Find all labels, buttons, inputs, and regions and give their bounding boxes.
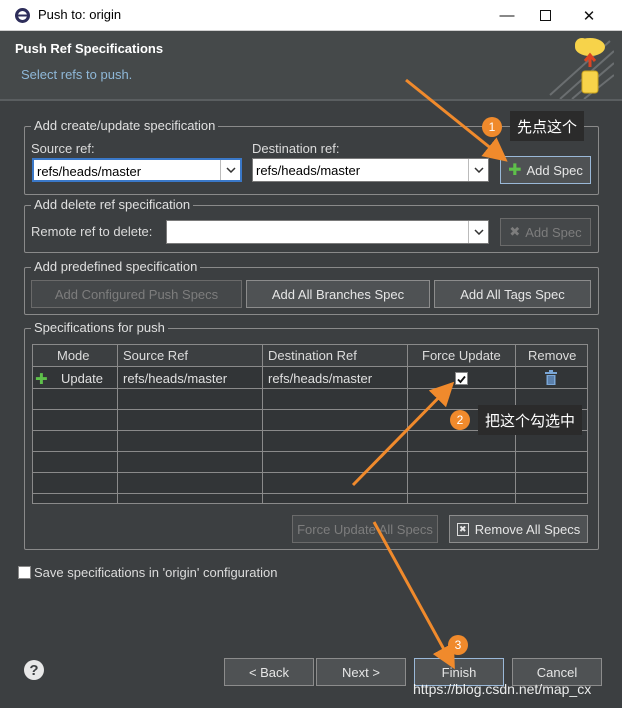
page-subtitle: Select refs to push. <box>21 67 133 82</box>
source-ref-label: Source ref: <box>31 141 95 156</box>
remove-all-specs-label: Remove All Specs <box>474 521 581 537</box>
next-button[interactable]: Next > <box>316 658 406 686</box>
delete-x-icon: ✖ <box>509 224 521 239</box>
help-icon[interactable]: ? <box>24 660 44 680</box>
add-configured-push-specs-button[interactable]: Add Configured Push Specs <box>31 280 242 308</box>
col-remove[interactable]: Remove <box>528 348 576 363</box>
plus-icon: ✚ <box>35 371 48 388</box>
title-bar: Push to: origin — ✕ <box>0 0 622 31</box>
chevron-down-icon[interactable] <box>468 159 488 181</box>
create-update-legend: Add create/update specification <box>31 118 219 134</box>
back-button[interactable]: < Back <box>224 658 314 686</box>
chevron-down-icon[interactable] <box>220 160 240 180</box>
add-all-tags-spec-button[interactable]: Add All Tags Spec <box>434 280 591 308</box>
row-source-ref: refs/heads/master <box>123 371 228 386</box>
watermark: https://blog.csdn.net/map_cx <box>413 681 592 697</box>
plus-icon: ✚ <box>508 162 522 179</box>
row-mode: Update <box>61 371 103 386</box>
add-delete-spec-label: Add Spec <box>525 224 582 240</box>
save-specs-checkbox[interactable] <box>18 566 31 579</box>
step-badge-1: 1 <box>482 117 502 137</box>
col-destination-ref[interactable]: Destination Ref <box>268 348 357 363</box>
eclipse-icon <box>15 8 30 23</box>
window-title: Push to: origin <box>38 7 122 22</box>
add-delete-spec-button[interactable]: ✖ Add Spec <box>500 218 591 246</box>
destination-ref-label: Destination ref: <box>252 141 340 156</box>
callout-step-2: 把这个勾选中 <box>478 405 583 435</box>
row-destination-ref: refs/heads/master <box>268 371 373 386</box>
force-update-all-specs-button[interactable]: Force Update All Specs <box>292 515 438 543</box>
callout-step-1: 先点这个 <box>510 111 585 141</box>
push-banner-icon <box>549 38 614 99</box>
col-mode[interactable]: Mode <box>57 348 90 363</box>
col-force-update[interactable]: Force Update <box>422 348 501 363</box>
maximize-button[interactable] <box>522 0 568 31</box>
step-badge-2: 2 <box>450 410 470 430</box>
delete-ref-legend: Add delete ref specification <box>31 197 194 213</box>
remote-ref-label: Remote ref to delete: <box>31 224 153 239</box>
add-spec-label: Add Spec <box>526 162 583 178</box>
source-ref-value: refs/heads/master <box>37 164 142 179</box>
destination-ref-combo[interactable]: refs/heads/master <box>252 158 489 182</box>
wizard-header: Push Ref Specifications Select refs to p… <box>0 31 622 101</box>
remove-all-specs-button[interactable]: ✖ Remove All Specs <box>449 515 588 543</box>
chevron-down-icon[interactable] <box>468 221 488 243</box>
page-title: Push Ref Specifications <box>15 41 164 56</box>
add-all-branches-spec-button[interactable]: Add All Branches Spec <box>246 280 430 308</box>
add-spec-button[interactable]: ✚ Add Spec <box>500 156 591 184</box>
remote-ref-combo[interactable] <box>166 220 489 244</box>
close-button[interactable]: ✕ <box>566 0 612 31</box>
source-ref-combo[interactable]: refs/heads/master <box>32 158 242 182</box>
remove-all-icon: ✖ <box>456 522 469 536</box>
save-specs-label: Save specifications in 'origin' configur… <box>34 565 278 580</box>
col-source-ref[interactable]: Source Ref <box>123 348 188 363</box>
step-badge-3: 3 <box>448 635 468 655</box>
specs-legend: Specifications for push <box>31 320 168 336</box>
predefined-legend: Add predefined specification <box>31 259 201 275</box>
maximize-icon <box>539 10 551 21</box>
force-update-checkbox[interactable] <box>455 372 468 385</box>
trash-icon[interactable] <box>544 370 558 389</box>
destination-ref-value: refs/heads/master <box>256 163 361 178</box>
